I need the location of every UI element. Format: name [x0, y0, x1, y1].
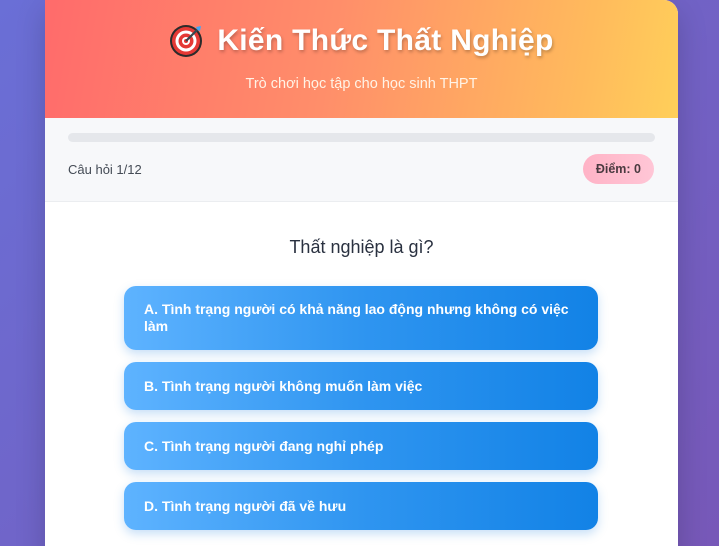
target-icon [169, 24, 203, 58]
status-bar: Câu hỏi 1/12 Điểm: 0 [45, 118, 678, 202]
answer-option-c[interactable]: C. Tình trạng người đang nghỉ phép [124, 422, 598, 470]
answer-option-b[interactable]: B. Tình trạng người không muốn làm việc [124, 362, 598, 410]
header-banner: Kiến Thức Thất Nghiệp Trò chơi học tập c… [45, 0, 678, 118]
page-title: Kiến Thức Thất Nghiệp [217, 24, 554, 57]
page-subtitle: Trò chơi học tập cho học sinh THPT [245, 76, 478, 92]
question-counter: Câu hỏi 1/12 [68, 162, 142, 177]
quiz-card: Kiến Thức Thất Nghiệp Trò chơi học tập c… [45, 0, 678, 546]
progress-bar [68, 133, 655, 142]
answer-options: A. Tình trạng người có khả năng lao động… [124, 286, 598, 530]
question-text: Thất nghiệp là gì? [289, 237, 434, 257]
answer-option-a[interactable]: A. Tình trạng người có khả năng lao động… [124, 286, 598, 350]
score-badge: Điểm: 0 [582, 154, 654, 184]
answer-option-d[interactable]: D. Tình trạng người đã về hưu [124, 482, 598, 530]
title-row: Kiến Thức Thất Nghiệp [45, 24, 678, 58]
